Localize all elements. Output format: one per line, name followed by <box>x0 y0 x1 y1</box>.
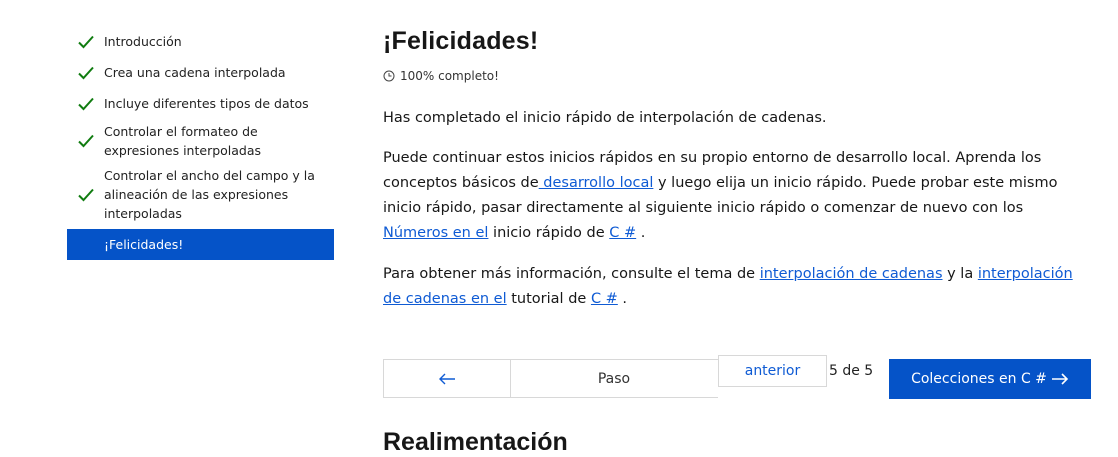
next-step-button[interactable]: Colecciones en C # <box>889 359 1091 399</box>
feedback-heading: Realimentación <box>383 428 568 456</box>
more-info-paragraph: Para obtener más información, consulte e… <box>383 266 1073 307</box>
checkmark-icon <box>78 134 94 148</box>
intro-paragraph: Has completado el inicio rápido de inter… <box>383 110 827 126</box>
link-interpolacion-cadenas[interactable]: interpolación de cadenas <box>760 266 943 282</box>
sidebar-item-introduccion[interactable]: Introducción <box>67 30 334 53</box>
sidebar-item-label: ¡Felicidades! <box>104 237 184 252</box>
sidebar-item-label: Introducción <box>104 34 182 49</box>
progress-indicator: 100% completo! <box>383 69 499 83</box>
link-desarrollo-local[interactable]: desarrollo local <box>539 175 653 191</box>
clock-icon <box>383 70 395 82</box>
previous-step-button[interactable] <box>383 359 511 398</box>
arrow-left-icon <box>439 373 455 384</box>
progress-text: 100% completo! <box>400 69 499 83</box>
link-csharp-tutorial[interactable]: C # <box>591 291 618 307</box>
sidebar-item-formateo[interactable]: Controlar el formateo de expresiones int… <box>67 121 334 161</box>
sidebar-item-label: Controlar el ancho del campo y la alinea… <box>104 168 315 221</box>
sidebar-item-tipos-datos[interactable]: Incluye diferentes tipos de datos <box>67 92 334 115</box>
checkmark-icon <box>78 66 94 79</box>
sidebar-item-label: Incluye diferentes tipos de datos <box>104 96 309 111</box>
link-numeros[interactable]: Números en el <box>383 225 488 241</box>
next-step-label: Colecciones en C # <box>911 371 1047 387</box>
sidebar-item-felicidades[interactable]: ¡Felicidades! <box>67 229 334 260</box>
sidebar-item-label: Crea una cadena interpolada <box>104 65 286 80</box>
checkmark-icon <box>78 35 94 48</box>
checkmark-icon <box>78 97 94 110</box>
arrow-right-icon <box>1051 373 1069 385</box>
anterior-button[interactable]: anterior <box>718 355 827 387</box>
page-title: ¡Felicidades! <box>383 27 539 55</box>
sidebar-item-crea-cadena[interactable]: Crea una cadena interpolada <box>67 61 334 84</box>
step-label: Paso <box>510 359 718 398</box>
step-count: 5 de 5 <box>829 363 874 379</box>
checkmark-icon <box>78 188 94 201</box>
step-pager: Paso anterior 5 de 5 Colecciones en C # <box>383 355 1091 399</box>
sidebar-item-label: Controlar el formateo de expresiones int… <box>104 124 262 158</box>
sidebar-nav: Introducción Crea una cadena interpolada… <box>67 30 334 260</box>
sidebar-item-ancho-campo[interactable]: Controlar el ancho del campo y la alinea… <box>67 165 334 224</box>
link-csharp[interactable]: C # <box>609 225 636 241</box>
continue-paragraph: Puede continuar estos inicios rápidos en… <box>383 150 1058 241</box>
